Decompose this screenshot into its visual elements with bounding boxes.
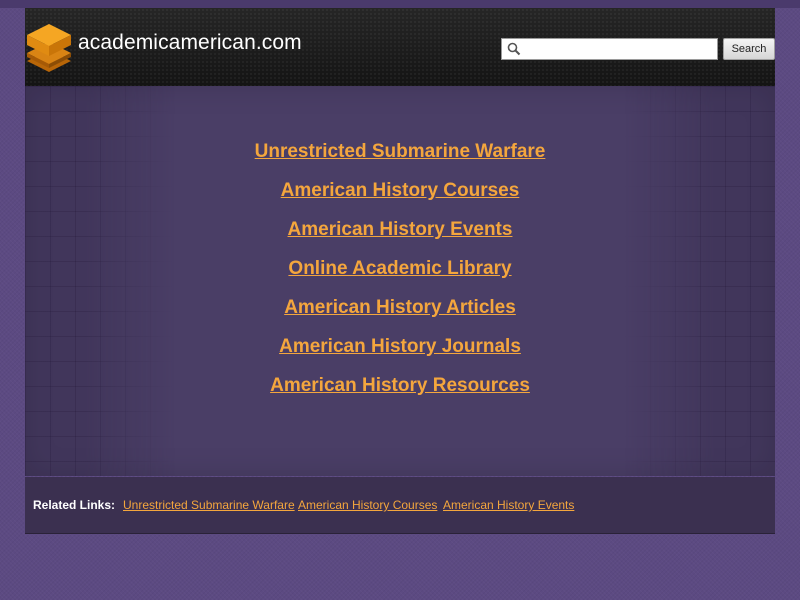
main-links: Unrestricted Submarine Warfare American …	[25, 137, 775, 410]
search-box[interactable]	[501, 38, 718, 60]
hexagon-stack-icon[interactable]	[25, 20, 73, 76]
search-icon	[507, 42, 521, 56]
header: academicamerican.com Search	[25, 8, 775, 86]
main-link-american-history-journals[interactable]: American History Journals	[25, 332, 775, 371]
related-links-bar: Related Links: Unrestricted Submarine Wa…	[25, 477, 775, 534]
related-link-unrestricted-submarine-warfare[interactable]: Unrestricted Submarine Warfare	[123, 498, 295, 512]
main-link-american-history-articles[interactable]: American History Articles	[25, 293, 775, 332]
related-link-american-history-courses[interactable]: American History Courses	[298, 498, 437, 512]
site-name[interactable]: academicamerican.com	[78, 31, 302, 55]
related-link-american-history-events[interactable]: American History Events	[443, 498, 574, 512]
main-link-online-academic-library[interactable]: Online Academic Library	[25, 254, 775, 293]
search-input[interactable]	[524, 39, 714, 59]
main-link-american-history-events[interactable]: American History Events	[25, 215, 775, 254]
main-link-american-history-resources[interactable]: American History Resources	[25, 371, 775, 410]
content-panel: Unrestricted Submarine Warfare American …	[25, 86, 775, 476]
main-link-unrestricted-submarine-warfare[interactable]: Unrestricted Submarine Warfare	[25, 137, 775, 176]
main-link-american-history-courses[interactable]: American History Courses	[25, 176, 775, 215]
related-links-label: Related Links:	[33, 498, 116, 512]
search-button[interactable]: Search	[723, 38, 775, 60]
top-strip	[0, 0, 800, 8]
